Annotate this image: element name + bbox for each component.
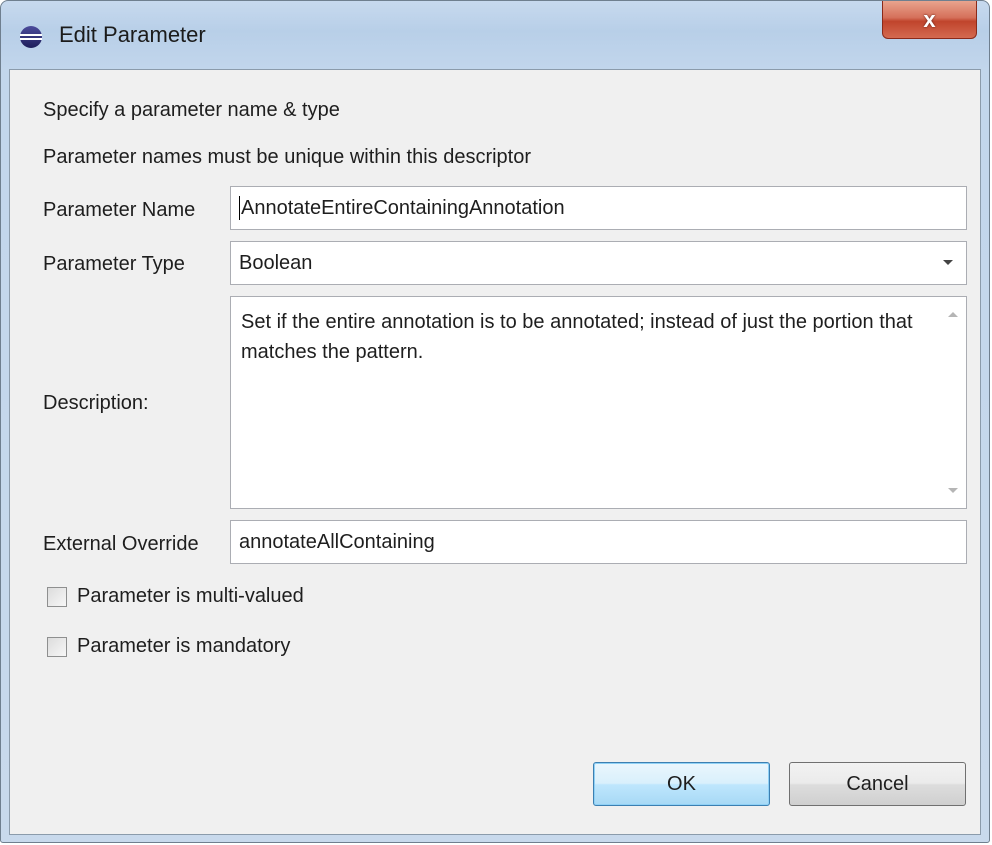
- multi-valued-label: Parameter is multi-valued: [77, 585, 304, 607]
- description-textarea[interactable]: Set if the entire annotation is to be an…: [230, 296, 967, 509]
- title-bar[interactable]: Edit Parameter x: [1, 1, 989, 71]
- scroll-down-icon[interactable]: [940, 478, 966, 504]
- description-value: Set if the entire annotation is to be an…: [241, 311, 913, 363]
- mandatory-checkbox[interactable]: [47, 636, 67, 657]
- ok-button-label: OK: [667, 772, 696, 795]
- description-label: Description:: [43, 392, 149, 414]
- close-button[interactable]: x: [882, 1, 977, 39]
- parameter-type-label: Parameter Type: [43, 253, 185, 275]
- parameter-name-value: AnnotateEntireContainingAnnotation: [241, 196, 565, 219]
- scroll-up-icon[interactable]: [940, 301, 966, 327]
- parameter-name-label: Parameter Name: [43, 199, 196, 221]
- mandatory-option[interactable]: Parameter is mandatory: [47, 635, 290, 658]
- parameter-type-select[interactable]: Boolean: [230, 241, 967, 285]
- cancel-button[interactable]: Cancel: [789, 762, 966, 806]
- instruction-text: Specify a parameter name & type: [43, 99, 340, 121]
- description-scrollbar[interactable]: [940, 297, 966, 508]
- cancel-button-label: Cancel: [846, 772, 909, 795]
- external-override-label: External Override: [43, 533, 199, 555]
- dialog-title: Edit Parameter: [59, 22, 206, 47]
- parameter-name-input[interactable]: AnnotateEntireContainingAnnotation: [230, 186, 967, 230]
- multi-valued-checkbox[interactable]: [47, 586, 67, 607]
- edit-parameter-dialog: Edit Parameter x Specify a parameter nam…: [0, 0, 990, 843]
- external-override-input[interactable]: annotateAllContaining: [230, 520, 967, 564]
- parameter-type-value: Boolean: [239, 251, 313, 274]
- mandatory-label: Parameter is mandatory: [77, 635, 291, 657]
- external-override-value: annotateAllContaining: [239, 530, 435, 553]
- uniqueness-note: Parameter names must be unique within th…: [43, 146, 532, 168]
- eclipse-icon: [19, 25, 43, 49]
- ok-button[interactable]: OK: [593, 762, 770, 806]
- multi-valued-option[interactable]: Parameter is multi-valued: [47, 585, 304, 608]
- chevron-down-icon[interactable]: [936, 242, 960, 284]
- close-icon: x: [923, 6, 936, 32]
- text-cursor: [239, 196, 240, 220]
- dialog-content: Specify a parameter name & type Paramete…: [9, 69, 981, 835]
